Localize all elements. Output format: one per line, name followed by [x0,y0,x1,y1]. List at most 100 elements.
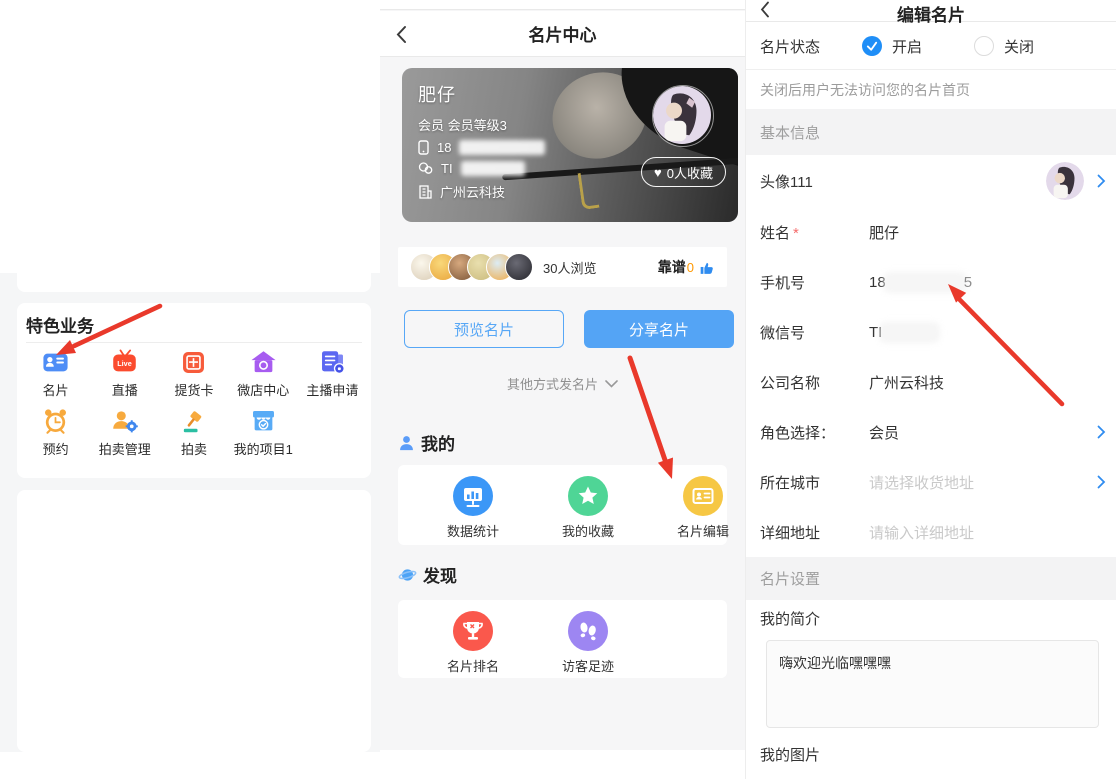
intro-textarea[interactable]: 嗨欢迎光临嘿嘿嘿 [766,640,1099,728]
card-owner-info: 肥仔 会员 会员等级3 18 TI 广州云科技 [418,81,545,201]
wechat-icon [418,162,433,175]
service-appointment[interactable]: 预约 [21,407,90,458]
city-placeholder[interactable]: 请选择收货地址 [869,472,974,493]
preview-card-button[interactable]: 预览名片 [404,310,564,348]
tile-visitor-footprints[interactable]: 访客足迹 [548,611,628,675]
panel-featured-services: 特色业务 名片 Live 直播 [0,0,380,779]
service-live[interactable]: Live 直播 [90,348,159,399]
collect-badge[interactable]: ♥ 0人收藏 [641,157,726,187]
phone-value[interactable]: 18 [869,274,886,291]
service-label: 名片 [43,380,69,399]
wechat-value[interactable]: TI [869,324,882,341]
row-label: 手机号 [760,272,869,293]
alarm-clock-icon [41,407,70,436]
service-label: 拍卖管理 [99,439,151,458]
building-icon [418,185,432,199]
pickup-card-icon [179,348,208,377]
row-label: 头像111 [760,171,869,192]
service-auction[interactable]: 拍卖 [159,407,228,458]
service-micro-store[interactable]: 微店中心 [229,348,298,399]
name-row[interactable]: 姓名* 肥仔 [746,207,1116,257]
person-icon [398,434,415,452]
planet-icon [398,566,417,584]
wechat-blur [461,161,525,176]
service-host-apply[interactable]: 主播申请 [298,348,367,399]
company-row[interactable]: 公司名称 广州云科技 [746,357,1116,407]
service-business-card[interactable]: 名片 [21,348,90,399]
gavel-icon [179,407,208,436]
row-label: 微信号 [760,322,869,343]
service-auction-manage[interactable]: 拍卖管理 [90,407,159,458]
store-house-icon [249,348,278,377]
basic-info-section: 基本信息 [746,109,1116,155]
kaopu-count: 0 [687,260,694,275]
phone-suffix: 5 [964,274,972,291]
card-edit-icon [683,476,723,516]
status-off-label[interactable]: 关闭 [1004,36,1034,57]
footprints-icon [568,611,608,651]
discover-card: 名片排名 访客足迹 [398,600,727,678]
business-card-photo[interactable]: 肥仔 会员 会员等级3 18 TI 广州云科技 ♥ [402,68,738,222]
id-card-icon [41,348,70,377]
row-label: 详细地址 [760,522,869,543]
card-sliver [17,248,371,292]
service-label: 直播 [112,380,138,399]
status-on-label[interactable]: 开启 [892,36,922,57]
service-my-project[interactable]: 我的项目1 [229,407,298,458]
wechat-blur [882,325,937,340]
services-grid: 名片 Live 直播 提货卡 [21,348,367,458]
mine-section-header: 我的 [398,430,455,455]
radio-off[interactable] [974,36,994,56]
phone-blur [886,275,964,290]
share-card-button[interactable]: 分享名片 [584,310,734,348]
role-row[interactable]: 角色选择： 会员 [746,407,1116,457]
wechat-row[interactable]: 微信号 TI [746,307,1116,357]
person-gear-icon [110,407,139,436]
radio-on[interactable] [862,36,882,56]
kaopu-rating[interactable]: 靠谱 0 [658,257,715,277]
owner-wechat: TI [441,161,453,176]
phone-blur [459,140,545,155]
trophy-icon [453,611,493,651]
star-icon [568,476,608,516]
owner-wechat-row: TI [418,161,545,176]
required-mark: * [793,225,799,242]
viewers-card: 30人浏览 靠谱 0 [398,247,727,287]
kaopu-label: 靠谱 [658,257,686,277]
avatar[interactable] [1046,162,1084,200]
tile-my-favorites[interactable]: 我的收藏 [548,476,628,540]
photo-hook [578,171,600,210]
status-label: 名片状态 [760,36,820,57]
thumbs-up-icon [698,259,715,276]
views-count: 30人浏览 [543,258,596,277]
discover-title: 发现 [423,562,457,587]
heart-icon: ♥ [654,165,662,180]
tile-card-ranking[interactable]: 名片排名 [433,611,513,675]
other-share-methods[interactable]: 其他方式发名片 [380,374,745,393]
edit-card-header: 编辑名片 [746,0,1116,22]
row-label: 角色选择： [760,422,869,443]
left-top-area [0,0,380,273]
service-pickup-card[interactable]: 提货卡 [159,348,228,399]
role-value[interactable]: 会员 [869,422,899,443]
discover-section-header: 发现 [398,562,457,587]
tile-label: 访客足迹 [562,656,614,675]
city-row[interactable]: 所在城市 请选择收货地址 [746,457,1116,507]
tile-data-stats[interactable]: 数据统计 [433,476,513,540]
address-placeholder[interactable]: 请输入详细地址 [869,522,974,543]
other-share-label: 其他方式发名片 [507,374,598,393]
company-value[interactable]: 广州云科技 [869,372,944,393]
owner-company: 广州云科技 [440,182,505,201]
row-label: 公司名称 [760,372,869,393]
tile-card-edit[interactable]: 名片编辑 [663,476,743,540]
status-note: 关闭后用户无法访问您的名片首页 [746,71,1116,109]
service-label: 提货卡 [174,380,213,399]
back-icon[interactable] [396,25,407,44]
address-row[interactable]: 详细地址 请输入详细地址 [746,507,1116,557]
owner-phone-row: 18 [418,140,545,155]
phone-row[interactable]: 手机号 18 5 [746,257,1116,307]
row-label: 所在城市 [760,472,869,493]
owner-avatar[interactable] [652,85,714,147]
name-value[interactable]: 肥仔 [869,222,899,243]
avatar-row[interactable]: 头像111 [746,155,1116,207]
